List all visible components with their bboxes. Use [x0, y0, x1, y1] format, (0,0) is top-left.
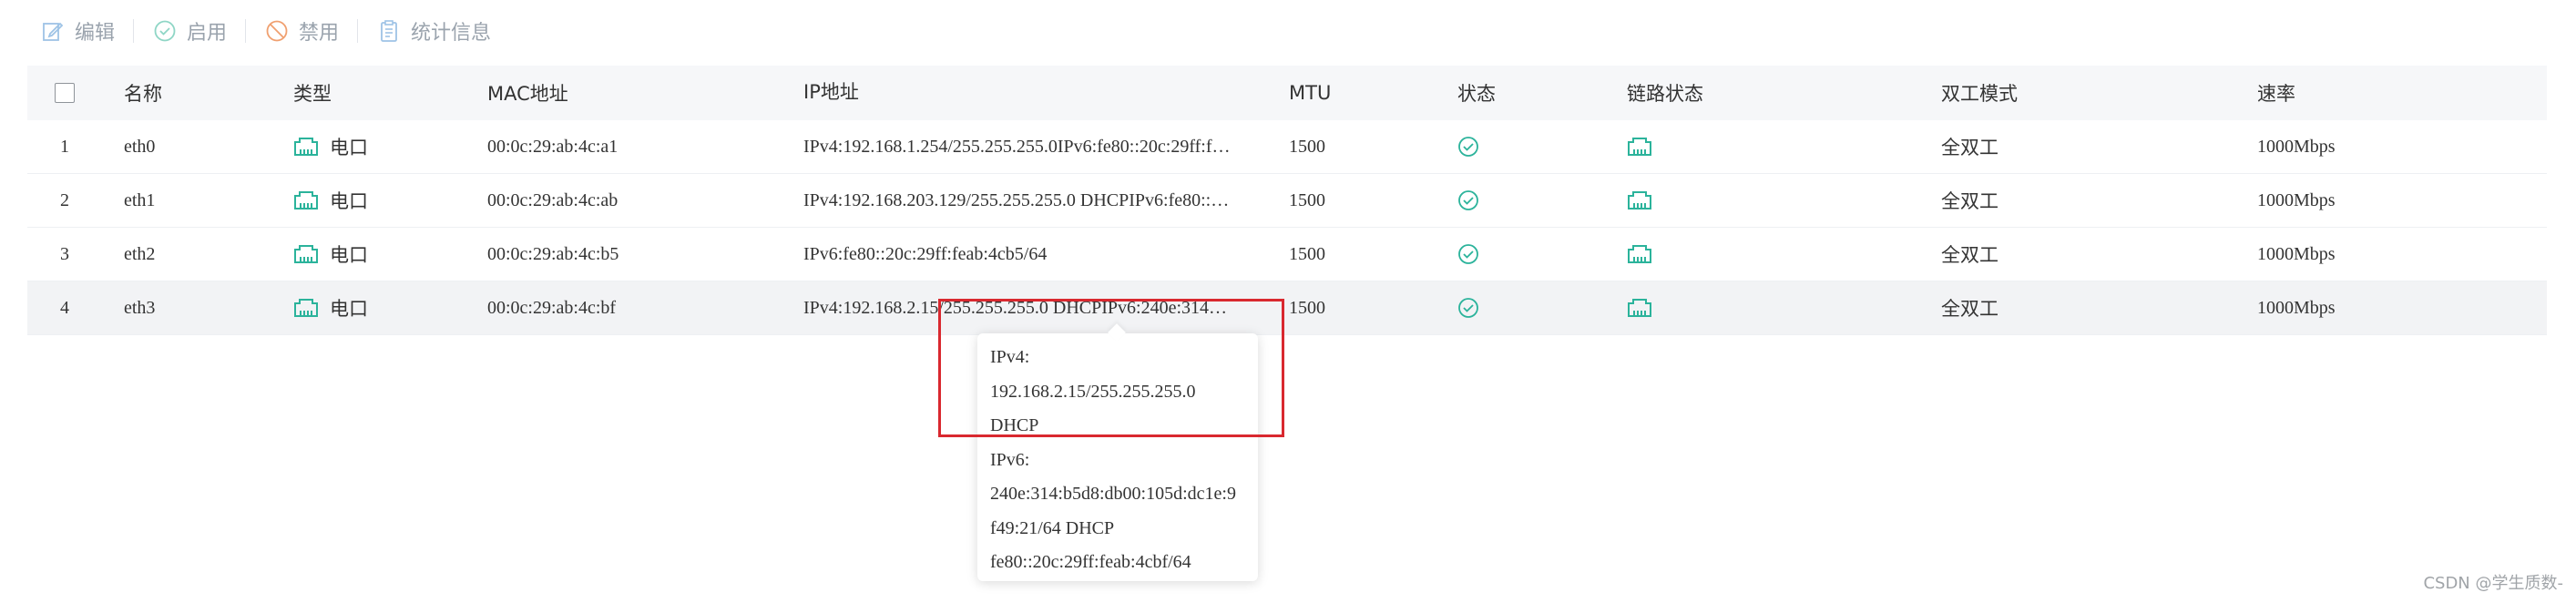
row-name: eth3	[124, 297, 156, 318]
row-mac: 00:0c:29:ab:4c:bf	[487, 297, 617, 318]
row-state	[1457, 174, 1479, 227]
toolbar: 编辑 启用 禁用 统计信息	[40, 13, 491, 49]
row-type: 电口	[293, 228, 368, 281]
table-row[interactable]: 3 eth2 电口 00:0c:29:ab:4c:b5 IPv6:fe80::2…	[27, 228, 2547, 281]
ethernet-port-icon	[1628, 138, 1651, 156]
edit-label: 编辑	[75, 22, 116, 45]
enable-label: 启用	[187, 22, 228, 45]
tooltip-line: IPv6:	[990, 449, 1030, 470]
row-name: eth1	[124, 189, 156, 210]
row-type-label: 电口	[330, 137, 368, 158]
row-state	[1457, 120, 1479, 173]
check-circle-icon	[1458, 244, 1478, 264]
edit-icon	[40, 18, 66, 44]
header-mtu[interactable]: MTU	[1289, 66, 1331, 120]
row-mac: 00:0c:29:ab:4c:b5	[487, 243, 619, 264]
row-state	[1457, 228, 1479, 281]
toolbar-divider	[133, 19, 135, 43]
row-type: 电口	[293, 281, 368, 334]
row-link-state	[1627, 281, 1652, 334]
row-type-label: 电口	[330, 298, 368, 320]
row-index: 4	[60, 297, 69, 318]
interface-table: 名称 类型 MAC地址 IP地址 MTU 状态 链路状态 双工模式 速率 1 e…	[27, 66, 2547, 335]
row-index: 1	[60, 136, 69, 157]
row-ip[interactable]: IPv4:192.168.1.254/255.255.255.0IPv6:fe8…	[803, 120, 1277, 173]
header-mac[interactable]: MAC地址	[487, 66, 568, 120]
row-rate: 1000Mbps	[2257, 297, 2336, 318]
tooltip-line: f49:21/64 DHCP	[990, 517, 1115, 538]
table-row[interactable]: 2 eth1 电口 00:0c:29:ab:4c:ab IPv4:192.168…	[27, 174, 2547, 228]
row-mac: 00:0c:29:ab:4c:ab	[487, 189, 618, 210]
row-type: 电口	[293, 174, 368, 227]
header-link-state[interactable]: 链路状态	[1627, 66, 1703, 120]
row-duplex: 全双工	[1941, 298, 1998, 320]
row-index: 2	[60, 189, 69, 210]
header-rate[interactable]: 速率	[2257, 66, 2295, 120]
ethernet-port-icon	[1628, 299, 1651, 317]
ethernet-port-icon	[294, 245, 318, 263]
row-rate: 1000Mbps	[2257, 243, 2336, 264]
row-mtu: 1500	[1289, 243, 1325, 264]
header-name[interactable]: 名称	[124, 66, 162, 120]
row-duplex: 全双工	[1941, 244, 1998, 266]
check-circle-icon	[1458, 298, 1478, 318]
row-rate: 1000Mbps	[2257, 189, 2336, 210]
row-type-label: 电口	[330, 190, 368, 212]
ethernet-port-icon	[294, 191, 318, 210]
stats-label: 统计信息	[411, 22, 492, 45]
row-link-state	[1627, 228, 1652, 281]
ethernet-port-icon	[1628, 245, 1651, 263]
header-duplex[interactable]: 双工模式	[1941, 66, 2018, 120]
clipboard-icon	[376, 18, 402, 44]
tooltip-line: fe80::20c:29ff:feab:4cbf/64	[990, 552, 1191, 572]
ethernet-port-icon	[294, 299, 318, 317]
ethernet-port-icon	[1628, 191, 1651, 210]
stats-button[interactable]: 统计信息	[376, 16, 491, 46]
row-name: eth0	[124, 136, 156, 157]
table-header: 名称 类型 MAC地址 IP地址 MTU 状态 链路状态 双工模式 速率	[27, 66, 2547, 120]
tooltip-line: 192.168.2.15/255.255.255.0	[990, 381, 1196, 402]
header-type[interactable]: 类型	[293, 66, 332, 120]
row-ip[interactable]: IPv4:192.168.2.15/255.255.255.0 DHCPIPv6…	[803, 281, 1277, 334]
select-all-checkbox[interactable]	[55, 66, 75, 120]
row-rate: 1000Mbps	[2257, 136, 2336, 157]
row-mtu: 1500	[1289, 136, 1325, 157]
row-state	[1457, 281, 1479, 334]
table-row[interactable]: 1 eth0 电口 00:0c:29:ab:4c:a1 IPv4:192.168…	[27, 120, 2547, 174]
ban-icon	[264, 18, 290, 44]
header-ip[interactable]: IP地址	[803, 66, 1277, 120]
disable-label: 禁用	[299, 22, 340, 45]
watermark: CSDN @学生质数-	[2423, 574, 2563, 593]
row-duplex: 全双工	[1941, 190, 1998, 212]
ethernet-port-icon	[294, 138, 318, 156]
check-circle-icon	[1458, 137, 1478, 157]
row-link-state	[1627, 120, 1652, 173]
tooltip-line: DHCP	[990, 415, 1039, 435]
edit-button[interactable]: 编辑	[40, 16, 115, 46]
check-circle-icon	[152, 18, 178, 44]
row-type: 电口	[293, 120, 368, 173]
tooltip-line: 240e:314:b5d8:db00:105d:dc1e:9	[990, 484, 1236, 504]
tooltip-line: IPv4:	[990, 347, 1030, 367]
toolbar-divider	[357, 19, 359, 43]
row-duplex: 全双工	[1941, 137, 1998, 158]
table-row[interactable]: 4 eth3 电口 00:0c:29:ab:4c:bf IPv4:192.168…	[27, 281, 2547, 335]
row-mtu: 1500	[1289, 297, 1325, 318]
row-mtu: 1500	[1289, 189, 1325, 210]
row-index: 3	[60, 243, 69, 264]
row-ip[interactable]: IPv6:fe80::20c:29ff:feab:4cb5/64	[803, 228, 1277, 281]
enable-button[interactable]: 启用	[152, 16, 227, 46]
row-type-label: 电口	[330, 244, 368, 266]
row-link-state	[1627, 174, 1652, 227]
toolbar-divider	[245, 19, 247, 43]
page: 编辑 启用 禁用 统计信息 名称 类型 MAC地址 IP地址 MTU 状态 链路…	[0, 0, 2576, 603]
check-circle-icon	[1458, 190, 1478, 210]
disable-button[interactable]: 禁用	[264, 16, 339, 46]
ip-address-tooltip: IPv4: 192.168.2.15/255.255.255.0 DHCP IP…	[977, 323, 1258, 581]
row-mac: 00:0c:29:ab:4c:a1	[487, 136, 618, 157]
row-name: eth2	[124, 243, 156, 264]
header-state[interactable]: 状态	[1457, 66, 1496, 120]
row-ip[interactable]: IPv4:192.168.203.129/255.255.255.0 DHCPI…	[803, 174, 1277, 227]
